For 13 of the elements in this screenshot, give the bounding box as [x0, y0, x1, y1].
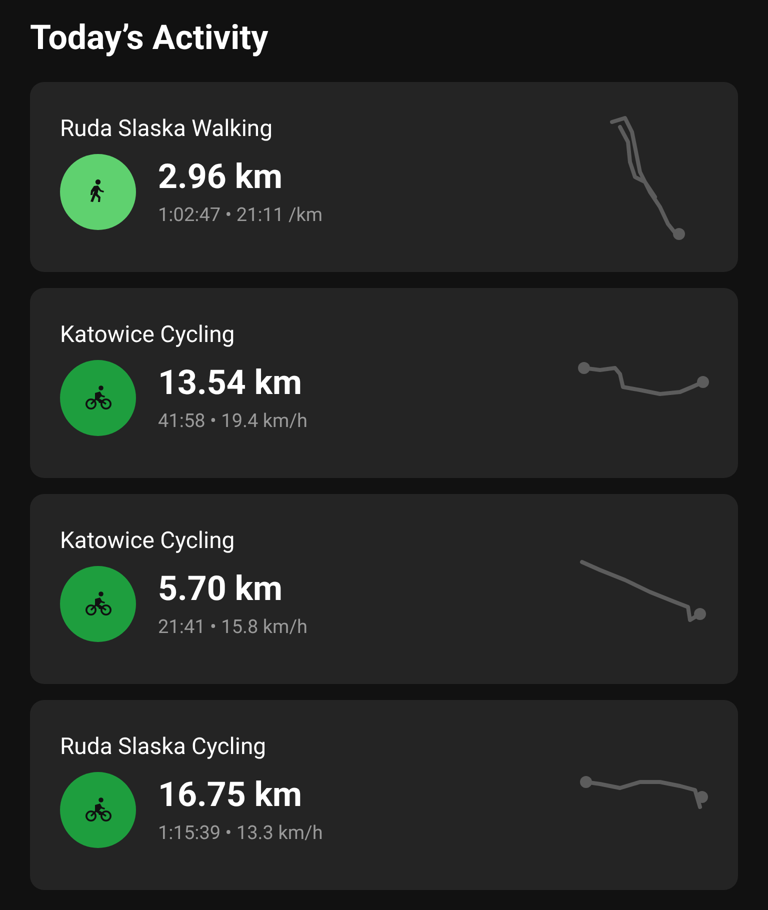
page-title: Today’s Activity: [30, 17, 268, 60]
activity-details: 41:58 • 19.4 km/h: [158, 409, 308, 433]
activity-details: 1:15:39 • 13.3 km/h: [158, 821, 323, 845]
activity-name: Katowice Cycling: [60, 320, 235, 350]
activity-distance: 2.96 km: [158, 157, 282, 197]
activity-name: Ruda Slaska Walking: [60, 114, 273, 144]
activity-details: 1:02:47 • 21:11 /km: [158, 203, 323, 227]
activity-name: Katowice Cycling: [60, 526, 235, 556]
activity-distance: 5.70 km: [158, 569, 282, 609]
activity-name: Ruda Slaska Cycling: [60, 732, 266, 762]
activity-details: 21:41 • 15.8 km/h: [158, 615, 308, 639]
activity-distance: 13.54 km: [158, 363, 302, 403]
activity-distance: 16.75 km: [158, 775, 302, 815]
